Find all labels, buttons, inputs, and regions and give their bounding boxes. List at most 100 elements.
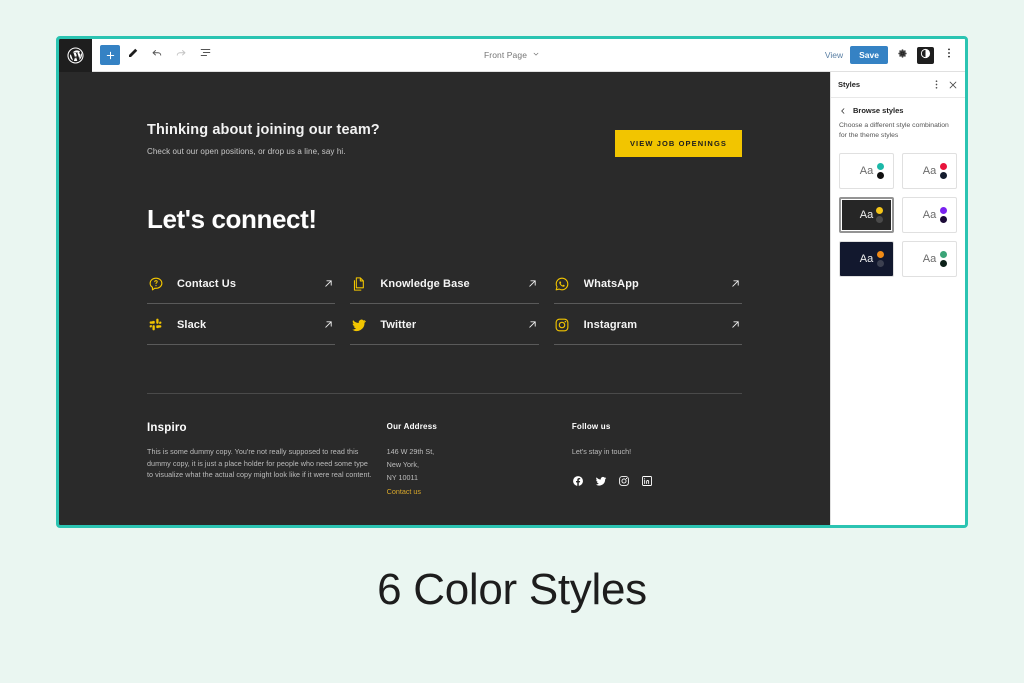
link-whatsapp[interactable]: WhatsApp [553, 263, 742, 304]
footer-address-lines: 146 W 29th St, New York, NY 10011 [386, 447, 435, 483]
styles-sidebar-header: Styles [831, 72, 965, 98]
link-twitter[interactable]: Twitter [350, 304, 539, 345]
arrow-up-right-icon [322, 277, 335, 290]
style-variation-yellow-dark[interactable]: Aa [839, 197, 894, 234]
styles-header-actions [932, 79, 958, 90]
connect-links-row-1: Contact Us Knowledge Base WhatsApp [147, 263, 742, 304]
footer-column-brand: Inspiro This is some dummy copy. You're … [147, 422, 372, 496]
toolbar-right-actions: View Save [825, 39, 965, 71]
redo-button[interactable] [170, 45, 192, 65]
vertical-ellipsis-icon[interactable] [932, 79, 941, 90]
footer-address-heading: Our Address [386, 422, 438, 431]
settings-button[interactable] [895, 48, 910, 63]
connect-heading: Let's connect! [147, 204, 317, 234]
save-button[interactable]: Save [850, 46, 888, 64]
styles-panel-toggle[interactable] [917, 46, 934, 64]
style-color-dots [877, 163, 884, 180]
style-dot-secondary [940, 172, 947, 180]
link-label: Knowledge Base [380, 277, 470, 290]
style-dot-secondary [877, 172, 884, 180]
twitter-bird-icon[interactable] [595, 475, 607, 487]
list-view-button[interactable] [194, 45, 216, 65]
more-options-button[interactable] [941, 48, 956, 63]
link-label: Twitter [380, 318, 417, 331]
chevron-down-icon [532, 50, 540, 60]
document-title-dropdown[interactable]: Front Page [484, 50, 540, 60]
style-variation-violet[interactable]: Aa [902, 197, 957, 234]
footer-brand-name: Inspiro [147, 422, 187, 434]
style-dot-primary [940, 163, 947, 171]
style-dot-secondary [876, 216, 883, 224]
document-outline-icon [199, 46, 212, 64]
redo-arrow-icon [175, 46, 187, 64]
arrow-up-right-icon [526, 277, 539, 290]
arrow-up-right-icon [729, 277, 742, 290]
linkedin-icon[interactable] [641, 475, 653, 487]
view-button[interactable]: View [825, 50, 843, 60]
link-label: Slack [177, 318, 207, 331]
arrow-up-right-icon [322, 318, 335, 331]
styles-description: Choose a different style combination for… [839, 122, 949, 140]
instagram-icon[interactable] [618, 475, 630, 487]
site-editor-canvas[interactable]: Thinking about joining our team? Check o… [59, 72, 830, 525]
footer-column-address: Our Address 146 W 29th St, New York, NY … [387, 422, 557, 496]
link-instagram[interactable]: Instagram [553, 304, 742, 345]
editor-body: Thinking about joining our team? Check o… [59, 72, 965, 525]
editor-toolbar: Front Page View Save [59, 39, 965, 72]
editor-frame: Front Page View Save Thinking about join… [56, 36, 968, 528]
style-color-dots [877, 251, 884, 268]
link-contact-us[interactable]: Contact Us [147, 263, 336, 304]
link-label: WhatsApp [583, 277, 639, 290]
connect-links-grid: Contact Us Knowledge Base WhatsApp Slack… [147, 263, 742, 345]
style-color-dots [940, 207, 947, 224]
footer-social-icons [572, 475, 742, 487]
wordpress-logo-icon [67, 47, 84, 64]
style-dot-secondary [877, 260, 884, 268]
arrow-up-right-icon [526, 318, 539, 331]
twitter-bird-icon [350, 316, 367, 333]
close-x-icon[interactable] [948, 80, 958, 90]
facebook-icon[interactable] [572, 475, 584, 487]
cta-heading: Thinking about joining our team? [147, 122, 380, 138]
style-variation-teal[interactable]: Aa [839, 153, 894, 190]
style-preview-text: Aa [859, 165, 874, 178]
style-variation-orange-navy[interactable]: Aa [839, 241, 894, 278]
contrast-half-circle-icon [920, 46, 931, 64]
pencil-icon [127, 46, 139, 64]
figure-caption: 6 Color Styles [377, 565, 647, 614]
footer-contact-link[interactable]: Contact us [387, 487, 557, 496]
site-footer: Inspiro This is some dummy copy. You're … [147, 393, 742, 496]
style-variation-crimson[interactable]: Aa [902, 153, 957, 190]
undo-button[interactable] [146, 45, 168, 65]
browse-styles-nav[interactable]: Browse styles [831, 98, 965, 121]
wordpress-logo-button[interactable] [59, 39, 92, 72]
document-title-label: Front Page [483, 50, 528, 60]
style-dot-primary [940, 207, 947, 215]
edit-tools-button[interactable] [122, 45, 144, 65]
view-job-openings-button[interactable]: VIEW JOB OPENINGS [614, 130, 742, 157]
style-preview-text: Aa [922, 253, 937, 266]
link-slack[interactable]: Slack [147, 304, 336, 345]
style-preview-text: Aa [859, 209, 874, 222]
style-dot-primary [877, 251, 884, 259]
browse-styles-label: Browse styles [853, 106, 904, 115]
footer-follow-heading: Follow us [571, 422, 611, 431]
style-preview-text: Aa [922, 165, 937, 178]
add-block-button[interactable] [100, 45, 120, 65]
style-variation-green[interactable]: Aa [902, 241, 957, 278]
link-label: Instagram [583, 318, 638, 331]
footer-column-follow: Follow us Let's stay in touch! [572, 422, 742, 496]
undo-arrow-icon [151, 46, 163, 64]
style-color-dots [940, 251, 947, 268]
toolbar-left-tools [92, 39, 216, 71]
vertical-ellipsis-icon [944, 46, 954, 64]
chevron-left-icon [839, 107, 847, 115]
footer-follow-note: Let's stay in touch! [571, 447, 632, 456]
copy-pages-icon [350, 275, 367, 292]
styles-sidebar: Styles Browse styles Choose a different … [830, 72, 965, 525]
style-preview-text: Aa [922, 209, 937, 222]
link-knowledge-base[interactable]: Knowledge Base [350, 263, 539, 304]
style-dot-primary [876, 207, 883, 215]
gear-icon [897, 46, 908, 64]
cta-subheading: Check out our open positions, or drop us… [147, 147, 346, 156]
